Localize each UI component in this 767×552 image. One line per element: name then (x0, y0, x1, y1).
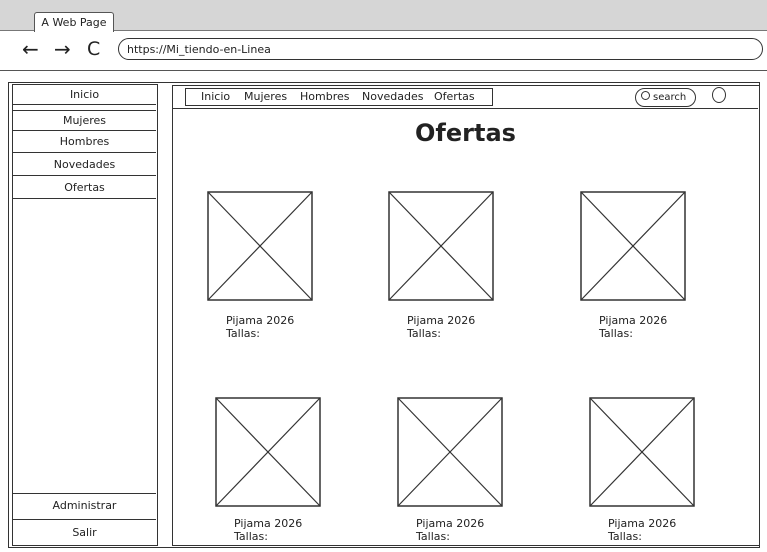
product-image-placeholder (207, 191, 313, 301)
url-bar[interactable]: https://Mi_tiendo-en-Linea (118, 38, 763, 60)
product-sizes-label: Tallas: (599, 327, 633, 340)
chrome-divider (0, 70, 767, 71)
product-sizes-label: Tallas: (234, 530, 268, 543)
tab-strip (0, 0, 767, 31)
sidebar-item-novedades[interactable]: Novedades (13, 154, 156, 176)
product-name: Pijama 2026 (599, 314, 668, 327)
product-card[interactable]: Pijama 2026 Tallas: (396, 396, 506, 546)
search-input[interactable]: search (635, 88, 696, 107)
product-card[interactable]: Pijama 2026 Tallas: (588, 396, 698, 546)
topnav-item-ofertas[interactable]: Ofertas (434, 90, 475, 104)
browser-chrome: A Web Page ← → C https://Mi_tiendo-en-Li… (0, 0, 767, 72)
product-sizes-label: Tallas: (226, 327, 260, 340)
page-title: Ofertas (415, 119, 516, 147)
sidebar-item-mujeres[interactable]: Mujeres (13, 110, 156, 131)
sidebar-item-inicio[interactable]: Inicio (13, 85, 156, 105)
product-card[interactable]: Pijama 2026 Tallas: (387, 190, 497, 350)
forward-arrow-icon[interactable]: → (54, 38, 71, 60)
sidebar-item-ofertas[interactable]: Ofertas (13, 177, 156, 199)
product-name: Pijama 2026 (407, 314, 476, 327)
sidebar-item-administrar[interactable]: Administrar (13, 493, 156, 518)
main-content: Inicio Mujeres Hombres Novedades Ofertas… (172, 85, 760, 546)
product-sizes-label: Tallas: (407, 327, 441, 340)
product-name: Pijama 2026 (416, 517, 485, 530)
product-image-placeholder (397, 397, 503, 507)
sidebar: Inicio Mujeres Hombres Novedades Ofertas… (12, 84, 158, 546)
product-name: Pijama 2026 (608, 517, 677, 530)
product-image-placeholder (589, 397, 695, 507)
product-image-placeholder (215, 397, 321, 507)
sidebar-item-salir[interactable]: Salir (13, 519, 156, 546)
search-icon (641, 91, 650, 100)
product-image-placeholder (388, 191, 494, 301)
product-card[interactable]: Pijama 2026 Tallas: (579, 190, 689, 350)
product-image-placeholder (580, 191, 686, 301)
sidebar-item-hombres[interactable]: Hombres (13, 131, 156, 153)
product-card[interactable]: Pijama 2026 Tallas: (214, 396, 324, 546)
product-card[interactable]: Pijama 2026 Tallas: (206, 190, 316, 350)
back-arrow-icon[interactable]: ← (22, 38, 39, 60)
product-name: Pijama 2026 (226, 314, 295, 327)
topnav-item-mujeres[interactable]: Mujeres (244, 90, 287, 104)
header-divider (173, 108, 758, 109)
topnav-item-hombres[interactable]: Hombres (300, 90, 349, 104)
reload-icon[interactable]: C (87, 38, 100, 60)
product-sizes-label: Tallas: (416, 530, 450, 543)
user-avatar-icon[interactable] (712, 87, 726, 103)
browser-tab[interactable]: A Web Page (34, 12, 114, 32)
product-sizes-label: Tallas: (608, 530, 642, 543)
top-navigation: Inicio Mujeres Hombres Novedades Ofertas (185, 88, 493, 106)
topnav-item-inicio[interactable]: Inicio (201, 90, 230, 104)
topnav-item-novedades[interactable]: Novedades (362, 90, 423, 104)
search-placeholder: search (653, 92, 687, 103)
product-name: Pijama 2026 (234, 517, 303, 530)
